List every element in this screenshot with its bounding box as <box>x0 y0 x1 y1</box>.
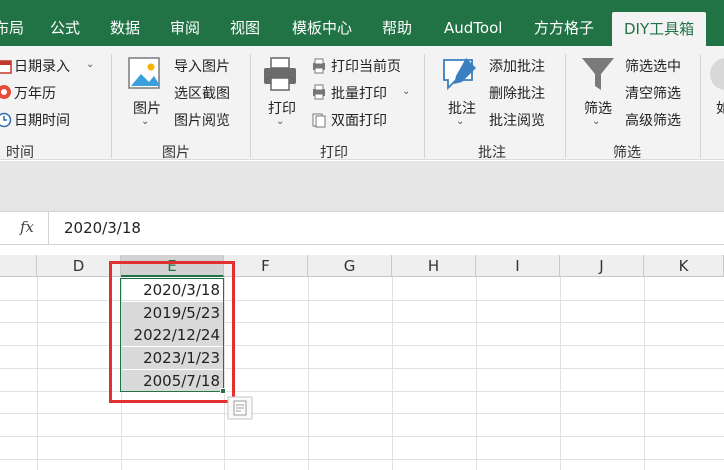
group-title-time: 时间 <box>6 145 34 161</box>
tab-template-center[interactable]: 模板中心 <box>292 0 352 46</box>
comment-icon <box>443 58 476 91</box>
tab-layout[interactable]: 布局 <box>0 0 24 46</box>
add-comment-button[interactable]: 添加批注 <box>489 56 545 76</box>
group-divider <box>424 54 425 158</box>
grid-column-line <box>392 277 393 470</box>
batch-print-icon <box>313 84 325 100</box>
filter-selected-button[interactable]: 筛选选中 <box>625 56 681 76</box>
annotation-highlight-box <box>109 261 235 403</box>
column-header-i[interactable]: I <box>476 255 560 277</box>
picture-button[interactable]: 图片 <box>133 98 161 118</box>
delete-comment-button[interactable]: 删除批注 <box>489 83 545 103</box>
tab-formulas[interactable]: 公式 <box>50 0 80 46</box>
chevron-down-icon[interactable]: ⌄ <box>402 86 410 97</box>
duplex-print-icon <box>312 113 326 128</box>
print-current-page-button[interactable]: 打印当前页 <box>331 56 401 76</box>
printer-icon <box>264 57 296 91</box>
grid-row-line <box>0 413 724 414</box>
ribbon-panel: 日期录入 ⌄ 万年历 日期时间 时间 图片 ⌄ 导入图片 选区截图 图片阅览 图… <box>0 46 724 161</box>
tab-fangfang-gezi[interactable]: 方方格子 <box>534 0 594 46</box>
column-header-k[interactable]: K <box>644 255 724 277</box>
paste-options-icon[interactable] <box>227 396 253 420</box>
perpetual-calendar-button[interactable]: 万年历 <box>14 83 56 103</box>
group-title-print: 打印 <box>320 145 348 161</box>
tab-data[interactable]: 数据 <box>110 0 140 46</box>
duplex-print-button[interactable]: 双面打印 <box>331 110 387 130</box>
date-time-button[interactable]: 日期时间 <box>14 110 70 130</box>
group-title-filter: 筛选 <box>613 145 641 161</box>
grid-column-line <box>476 277 477 470</box>
filter-button[interactable]: 筛选 <box>584 98 612 118</box>
formula-input[interactable]: 2020/3/18 <box>64 219 141 237</box>
import-picture-button[interactable]: 导入图片 <box>174 56 230 76</box>
grid-column-line <box>560 277 561 470</box>
grid-column-line <box>308 277 309 470</box>
column-header-f[interactable]: F <box>224 255 308 277</box>
batch-print-button[interactable]: 批量打印 <box>331 83 387 103</box>
user-avatar-icon <box>710 58 724 90</box>
column-header-partial[interactable] <box>0 255 37 277</box>
formula-bar: fx 2020/3/18 <box>0 211 724 245</box>
grid-column-line <box>37 277 38 470</box>
group-title-picture: 图片 <box>162 145 190 161</box>
column-header-h[interactable]: H <box>392 255 476 277</box>
tab-view[interactable]: 视图 <box>230 0 260 46</box>
cut-off-button-label[interactable]: 如 <box>716 98 724 118</box>
perpetual-calendar-icon <box>0 85 11 99</box>
comment-button[interactable]: 批注 <box>448 98 476 118</box>
chevron-down-icon[interactable]: ⌄ <box>86 59 94 70</box>
date-entry-button[interactable]: 日期录入 <box>14 56 70 76</box>
insert-function-button[interactable]: fx <box>10 218 44 240</box>
clear-filter-button[interactable]: 清空筛选 <box>625 83 681 103</box>
picture-icon <box>128 57 160 89</box>
view-comments-button[interactable]: 批注阅览 <box>489 110 545 130</box>
ribbon-tab-bar: 布局 公式 数据 审阅 视图 模板中心 帮助 AudTool 方方格子 DIY工… <box>0 0 724 46</box>
chevron-down-icon[interactable]: ⌄ <box>141 116 149 127</box>
picture-viewer-button[interactable]: 图片阅览 <box>174 110 230 130</box>
tab-diy-toolbox[interactable]: DIY工具箱 <box>612 12 707 46</box>
group-divider <box>250 54 251 158</box>
grid-row-line <box>0 436 724 437</box>
grid-column-line <box>644 277 645 470</box>
tab-audtool[interactable]: AudTool <box>444 0 502 46</box>
filter-funnel-icon <box>582 58 614 90</box>
column-header-g[interactable]: G <box>308 255 392 277</box>
chevron-down-icon[interactable]: ⌄ <box>592 116 600 127</box>
chevron-down-icon[interactable]: ⌄ <box>456 116 464 127</box>
group-divider <box>700 54 701 158</box>
region-screenshot-button[interactable]: 选区截图 <box>174 83 230 103</box>
ribbon-gap <box>0 161 724 211</box>
column-header-j[interactable]: J <box>560 255 644 277</box>
group-divider <box>565 54 566 158</box>
advanced-filter-button[interactable]: 高级筛选 <box>625 110 681 130</box>
group-title-comment: 批注 <box>478 145 506 161</box>
group-divider <box>111 54 112 158</box>
clock-icon <box>0 112 12 128</box>
formula-divider <box>48 212 49 244</box>
print-page-icon <box>313 58 325 74</box>
grid-row-line <box>0 459 724 460</box>
print-button[interactable]: 打印 <box>268 98 296 118</box>
calendar-icon <box>0 60 12 74</box>
tab-review[interactable]: 审阅 <box>170 0 200 46</box>
chevron-down-icon[interactable]: ⌄ <box>276 116 284 127</box>
tab-help[interactable]: 帮助 <box>382 0 412 46</box>
